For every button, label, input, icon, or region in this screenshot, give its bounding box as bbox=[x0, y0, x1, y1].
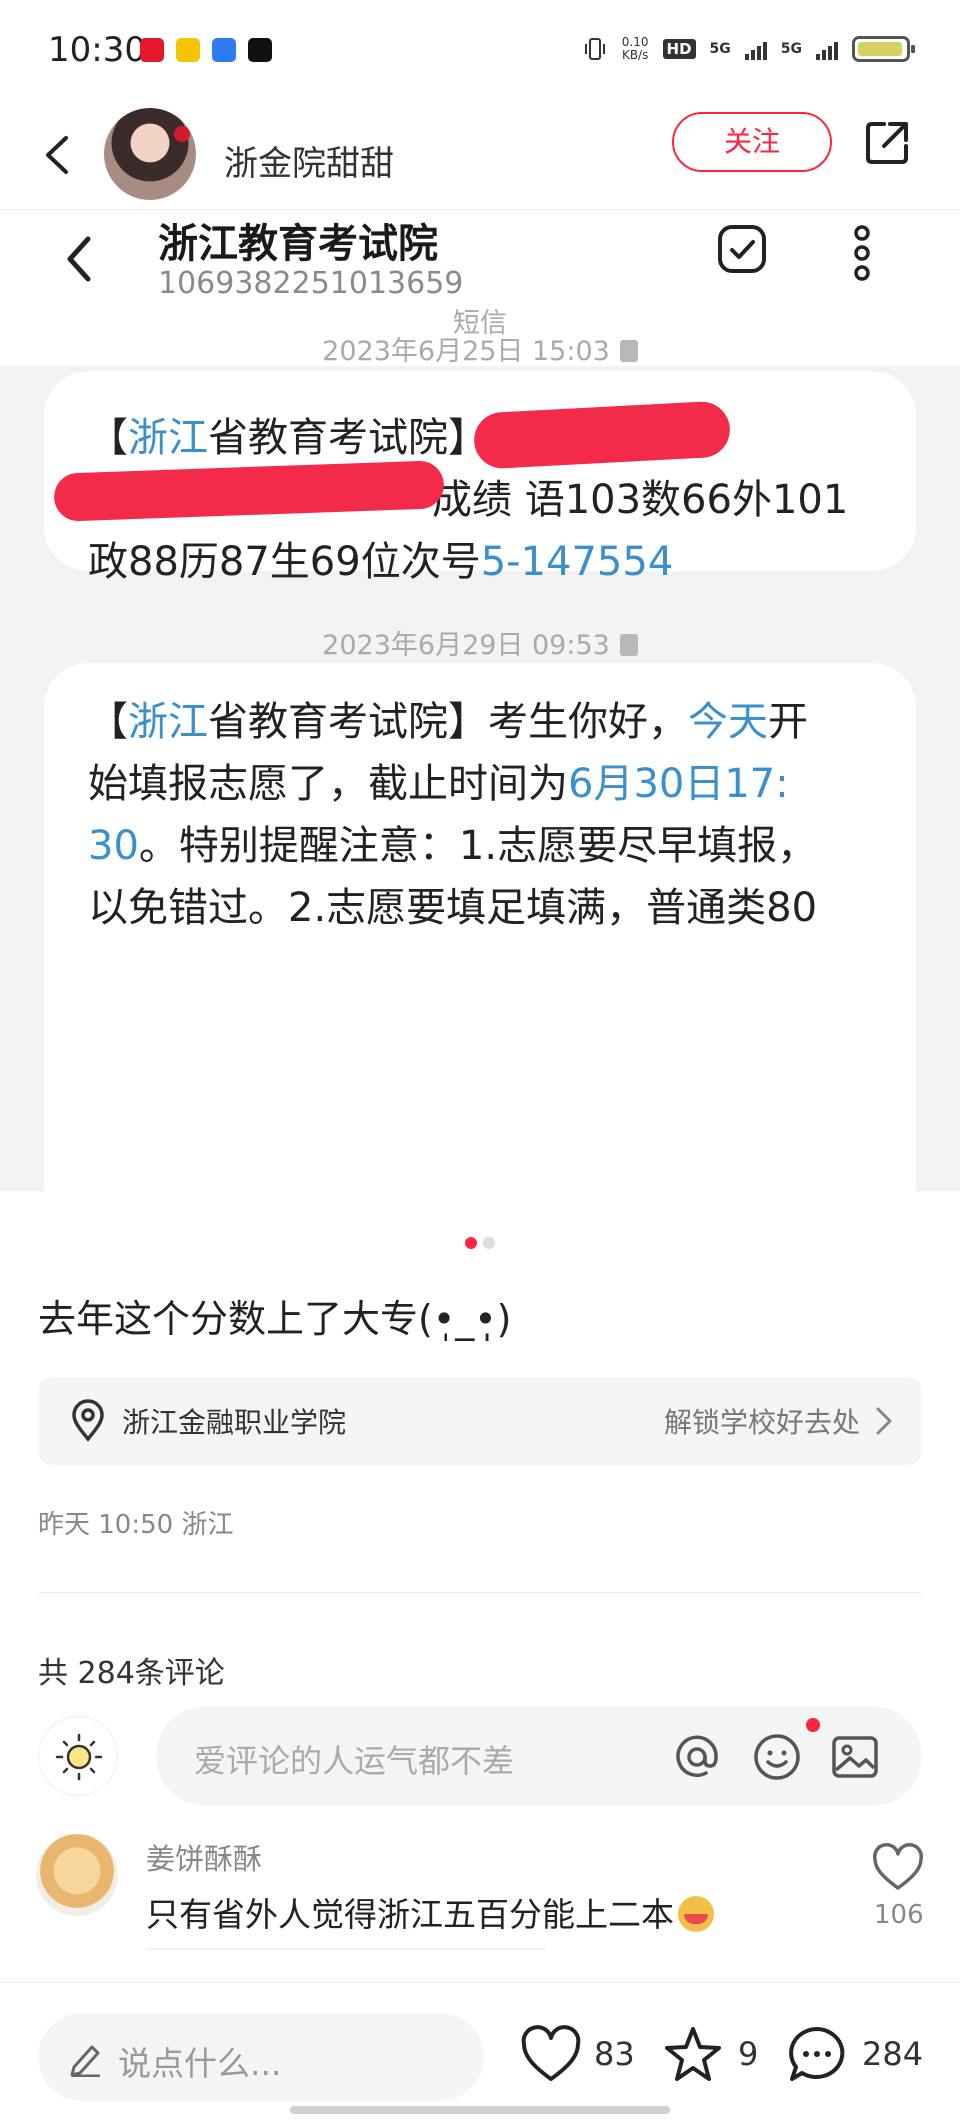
image-pager bbox=[0, 1234, 960, 1253]
follow-button[interactable]: 关注 bbox=[672, 112, 832, 172]
location-name: 浙江金融职业学院 bbox=[122, 1406, 347, 1439]
location-action: 解锁学校好去处 bbox=[663, 1406, 860, 1439]
author-name[interactable]: 浙金院甜甜 bbox=[224, 136, 394, 185]
pencil-icon bbox=[70, 2045, 100, 2077]
sms-bubble-1: 【浙江省教育考试院】. 成绩 语103数66外101 政88历87生69位次号5… bbox=[44, 371, 916, 585]
favorite-star-icon[interactable] bbox=[660, 2023, 726, 2087]
comment-bubble-icon[interactable] bbox=[784, 2023, 850, 2087]
sms-sender-title: 浙江教育考试院 bbox=[158, 221, 438, 267]
status-indicators: 0.10 KB/s HD 5G 5G bbox=[582, 36, 915, 62]
sms-more-icon bbox=[854, 225, 870, 281]
text: 开 bbox=[768, 699, 808, 745]
comment-text[interactable]: 只有省外人觉得浙江五百分能上二本 bbox=[146, 1888, 714, 1936]
post-meta: 昨天 10:50 浙江 bbox=[38, 1510, 234, 1540]
yellow-app-icon bbox=[176, 38, 200, 62]
comment-separator bbox=[146, 1948, 546, 1950]
say-something-input[interactable]: 说点什么... bbox=[38, 2013, 484, 2101]
home-indicator[interactable] bbox=[290, 2106, 670, 2114]
deadline-text: 30 bbox=[88, 823, 139, 869]
sms-date-1-text: 2023年6月25日 15:03 bbox=[322, 336, 610, 367]
highlight-today: 今天 bbox=[688, 699, 768, 745]
comment-text-body: 只有省外人觉得浙江五百分能上二本 bbox=[146, 1895, 674, 1934]
document-icon bbox=[619, 340, 638, 362]
favorite-count: 9 bbox=[738, 2035, 759, 2073]
sms-select-icon bbox=[718, 225, 766, 273]
document-icon bbox=[619, 634, 638, 656]
deadline-text: 6月30日17: bbox=[568, 761, 789, 807]
image-picker-icon[interactable] bbox=[826, 1728, 884, 1786]
sim2-label: 5G bbox=[780, 41, 802, 57]
bracket: 【 bbox=[88, 699, 128, 745]
sms-date-2-text: 2023年6月29日 09:53 bbox=[322, 630, 610, 661]
highlight-text: 浙江 bbox=[128, 415, 208, 461]
comment-input[interactable]: 爱评论的人运气都不差 bbox=[156, 1706, 922, 1806]
weibo-app-icon bbox=[140, 38, 164, 62]
text: 。特别提醒注意：1.志愿要尽早填报， bbox=[138, 823, 818, 869]
emoji-new-badge bbox=[806, 1718, 820, 1732]
sms-bubble-2-line-4: 以免错过。2.志愿要填足填满，普通类80 bbox=[88, 885, 818, 931]
back-icon[interactable] bbox=[34, 130, 84, 180]
at-mention-icon[interactable] bbox=[668, 1728, 726, 1786]
status-app-icons bbox=[140, 38, 272, 62]
sms-bubble-2: 【浙江省教育考试院】考生你好，今天开 始填报志愿了，截止时间为6月30日17: … bbox=[44, 663, 916, 1196]
baidu-app-icon bbox=[212, 38, 236, 62]
bracket: 【 bbox=[88, 415, 128, 461]
sim1-label: 5G bbox=[709, 41, 731, 57]
commenter-name[interactable]: 姜饼酥酥 bbox=[146, 1836, 262, 1878]
post-image[interactable]: 浙江教育考试院 1069382251013659 短信 2023年6月25日 1… bbox=[0, 211, 960, 1196]
weather-sun-icon[interactable] bbox=[38, 1716, 118, 1796]
vibrate-icon bbox=[584, 38, 605, 60]
sms-date-1: 2023年6月25日 15:03 bbox=[0, 329, 960, 368]
bottom-action-bar: 说点什么... 83 9 284 bbox=[0, 1982, 960, 2123]
share-icon[interactable] bbox=[862, 118, 912, 168]
comment-count: 共 284条评论 bbox=[38, 1656, 225, 1691]
comments-total: 284 bbox=[862, 2035, 924, 2073]
crying-emoji-icon bbox=[678, 1896, 714, 1932]
sms-bubble-2-line-1: 【浙江省教育考试院】考生你好，今天开 bbox=[88, 691, 888, 753]
status-time: 10:30 bbox=[48, 30, 146, 70]
like-count: 83 bbox=[594, 2035, 635, 2073]
divider bbox=[38, 1592, 922, 1593]
rank-number: 5-147554 bbox=[480, 539, 674, 585]
net-speed: 0.10 KB/s bbox=[622, 36, 649, 62]
like-heart-icon[interactable] bbox=[518, 2023, 584, 2087]
pager-dot bbox=[483, 1237, 495, 1249]
highlight-text: 浙江 bbox=[128, 699, 208, 745]
text: 始填报志愿了，截止时间为 bbox=[88, 761, 568, 807]
sms-sender-number: 1069382251013659 bbox=[158, 266, 464, 301]
emoji-icon[interactable] bbox=[748, 1728, 806, 1786]
text: 省教育考试院】. bbox=[208, 415, 501, 461]
hd-badge: HD bbox=[662, 39, 696, 59]
post-caption: 去年这个分数上了大专(•̩̩̩̩_•̩̩̩̩) bbox=[38, 1297, 512, 1341]
chevron-right-icon bbox=[876, 1407, 892, 1435]
sun-icon bbox=[55, 1733, 103, 1781]
commenter-avatar[interactable] bbox=[36, 1834, 118, 1916]
pager-dot-active bbox=[465, 1237, 477, 1249]
sms-back-icon bbox=[67, 236, 91, 282]
sms-date-2: 2023年6月29日 09:53 bbox=[0, 623, 960, 662]
comment-placeholder: 爱评论的人运气都不差 bbox=[194, 1742, 515, 1780]
status-bar: 10:30 0.10 KB/s HD 5G 5G bbox=[0, 0, 960, 100]
signal-2-icon bbox=[816, 38, 838, 60]
text: 政88历87生69位次号 bbox=[88, 539, 481, 585]
signal-1-icon bbox=[744, 38, 767, 60]
sms-bubble-1-line-3: 政88历87生69位次号5-147554 bbox=[88, 531, 888, 593]
author-avatar[interactable] bbox=[104, 108, 196, 200]
battery-icon bbox=[852, 36, 915, 62]
text: 省教育考试院】考生你好， bbox=[208, 699, 688, 745]
net-speed-unit: KB/s bbox=[621, 48, 649, 62]
tiktok-app-icon bbox=[248, 38, 272, 62]
redaction-mark-2 bbox=[53, 460, 445, 522]
sms-bubble-1-line-2: 成绩 语103数66外101 bbox=[432, 477, 849, 523]
sms-bubble-2-line-3: 30。特别提醒注意：1.志愿要尽早填报， bbox=[88, 815, 888, 877]
sms-bubble-2-line-2: 始填报志愿了，截止时间为6月30日17: bbox=[88, 753, 888, 815]
post-header: 浙金院甜甜 关注 bbox=[0, 100, 960, 210]
comment-like-count: 106 bbox=[874, 1900, 924, 1930]
location-pin-icon bbox=[72, 1399, 104, 1442]
say-placeholder: 说点什么... bbox=[118, 2044, 282, 2083]
image-edge bbox=[0, 1191, 960, 1196]
location-card[interactable]: 浙江金融职业学院 解锁学校好去处 bbox=[38, 1377, 922, 1465]
comment-like-icon[interactable] bbox=[870, 1842, 926, 1894]
